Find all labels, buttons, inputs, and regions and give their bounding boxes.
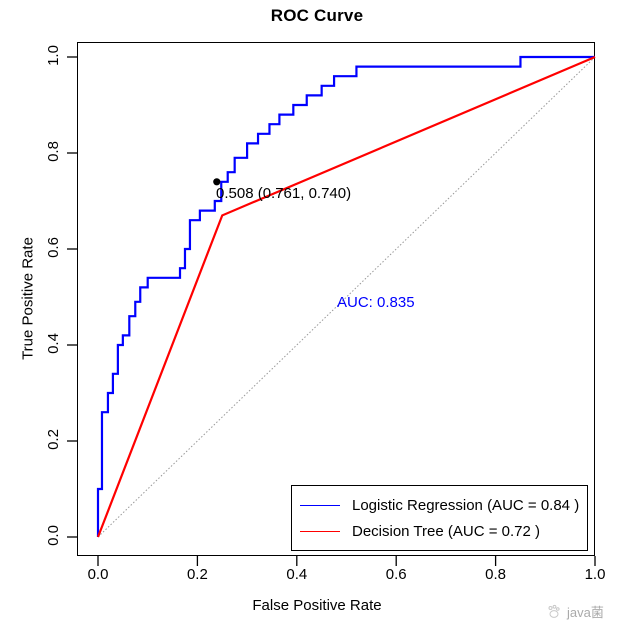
legend-item-decision-tree: Decision Tree (AUC = 0.72 ) xyxy=(300,518,540,544)
legend-label-logistic-regression: Logistic Regression (AUC = 0.84 ) xyxy=(352,496,580,514)
x-tick-label: 0.8 xyxy=(485,566,507,583)
x-tick-label: 0.6 xyxy=(385,566,407,583)
y-tick-label: 0.2 xyxy=(45,429,63,450)
x-axis-label: False Positive Rate xyxy=(252,597,382,614)
x-tick-label: 0.0 xyxy=(87,566,109,583)
watermark: java菌 xyxy=(546,602,604,621)
threshold-point-annotation: 0.508 (0.761, 0.740) xyxy=(216,185,352,202)
x-tick-label: 1.0 xyxy=(584,566,606,583)
x-tick-label: 0.2 xyxy=(186,566,208,583)
y-tick-label: 0.8 xyxy=(45,141,63,162)
watermark-text: java菌 xyxy=(567,605,604,620)
legend-swatch-logistic-regression xyxy=(300,504,340,506)
legend-swatch-decision-tree xyxy=(300,530,340,532)
roc-chart-figure: ROC Curve 0.0 0.2 0.4 0.6 0.8 1.0 0.0 0.2 0.4 0.… xyxy=(0,0,634,633)
legend-item-logistic-regression: Logistic Regression (AUC = 0.84 ) xyxy=(300,492,579,518)
y-tick-label: 0.0 xyxy=(45,525,63,546)
auc-annotation: AUC: 0.835 xyxy=(337,294,415,311)
legend: Logistic Regression (AUC = 0.84 ) Decisi… xyxy=(291,485,588,551)
y-tick-label: 1.0 xyxy=(45,45,63,66)
x-tick-label: 0.4 xyxy=(286,566,308,583)
y-axis-label: True Positive Rate xyxy=(19,237,37,360)
paw-logo-icon xyxy=(548,604,560,618)
legend-label-decision-tree: Decision Tree (AUC = 0.72 ) xyxy=(352,522,540,540)
